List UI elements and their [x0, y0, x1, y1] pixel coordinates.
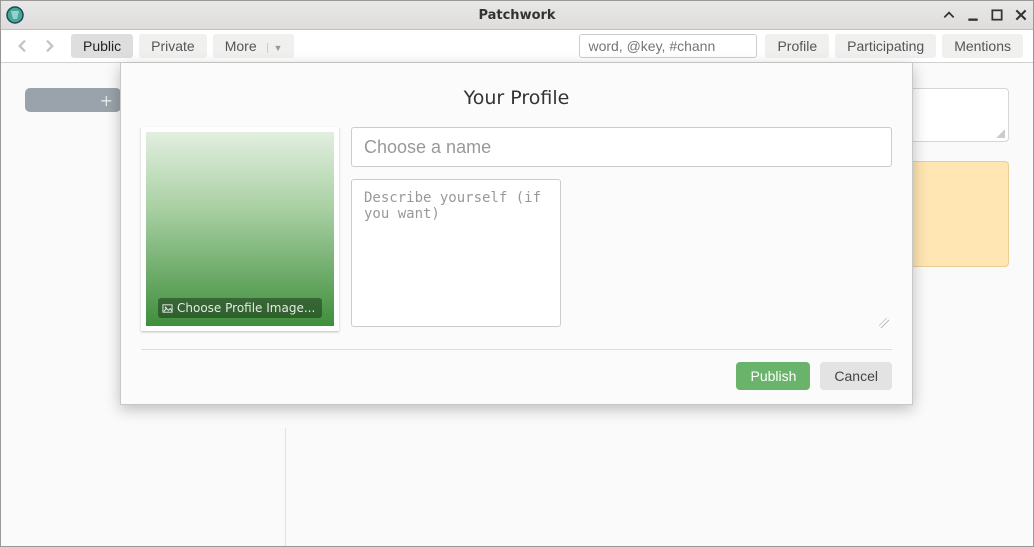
tab-more-label: More [225, 38, 257, 54]
main-area: + Your Profile Choose Profile Image... [1, 63, 1033, 546]
description-input[interactable] [351, 179, 561, 327]
chevron-down-icon: ▼ [267, 43, 283, 53]
window-titlebar: Patchwork [1, 1, 1033, 30]
window-title: Patchwork [1, 8, 1033, 23]
tab-public[interactable]: Public [71, 34, 133, 58]
nav-profile[interactable]: Profile [765, 34, 829, 58]
minimize-icon[interactable] [965, 7, 981, 23]
forward-icon[interactable] [39, 35, 61, 57]
window-menu-icon[interactable] [941, 7, 957, 23]
avatar-picker[interactable]: Choose Profile Image... [141, 127, 339, 331]
app-icon [5, 5, 25, 25]
divider [285, 428, 286, 546]
sidebar-add-button[interactable]: + [25, 88, 121, 112]
publish-button[interactable]: Publish [736, 362, 810, 390]
nav-mentions[interactable]: Mentions [942, 34, 1023, 58]
tab-private[interactable]: Private [139, 34, 207, 58]
tab-more[interactable]: More ▼ [213, 34, 295, 58]
back-icon[interactable] [11, 35, 33, 57]
choose-image-button[interactable]: Choose Profile Image... [158, 298, 322, 318]
image-icon [162, 303, 173, 314]
choose-image-label: Choose Profile Image... [177, 301, 315, 315]
avatar-preview: Choose Profile Image... [146, 132, 334, 326]
modal-title: Your Profile [141, 87, 892, 109]
cancel-button[interactable]: Cancel [820, 362, 892, 390]
app-toolbar: Public Private More ▼ Profile Participat… [1, 30, 1033, 63]
plus-icon: + [100, 91, 113, 110]
maximize-icon[interactable] [989, 7, 1005, 23]
nav-participating[interactable]: Participating [835, 34, 936, 58]
name-input[interactable] [351, 127, 892, 167]
close-icon[interactable] [1013, 7, 1029, 23]
profile-modal: Your Profile Choose Profile Image... Pub… [120, 63, 913, 405]
search-input[interactable] [579, 34, 757, 58]
modal-divider [141, 349, 892, 350]
